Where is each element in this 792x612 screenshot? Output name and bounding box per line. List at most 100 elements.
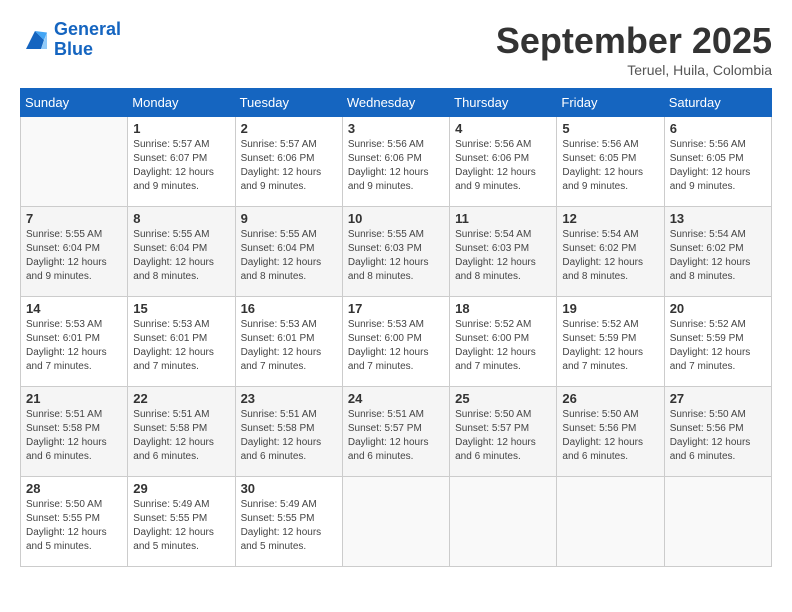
calendar-cell: 8Sunrise: 5:55 AM Sunset: 6:04 PM Daylig… <box>128 207 235 297</box>
day-info: Sunrise: 5:55 AM Sunset: 6:04 PM Dayligh… <box>133 228 229 284</box>
weekday-header-wednesday: Wednesday <box>342 89 449 117</box>
day-number: 14 <box>26 301 122 316</box>
calendar-cell: 14 Sunrise: 5:53 AM Sunset: 6:01 PM Dayli… <box>21 297 128 387</box>
day-number: 2 <box>241 121 337 136</box>
day-info: Sunrise: 5:51 AM Sunset: 5:58 PM Dayligh… <box>26 408 122 464</box>
day-number: 17 <box>348 301 444 316</box>
logo-text: General Blue <box>54 20 121 60</box>
day-info: Sunrise: 5:52 AM Sunset: 5:59 PM Dayligh… <box>670 318 766 374</box>
calendar-cell: 26 Sunrise: 5:50 AM Sunset: 5:56 PM Dayli… <box>557 387 664 477</box>
logo-icon <box>20 25 50 55</box>
day-info: Sunrise: 5:50 AM Sunset: 5:56 PM Dayligh… <box>670 408 766 464</box>
day-number: 28 <box>26 481 122 496</box>
calendar-cell: 10 Sunrise: 5:55 AM Sunset: 6:03 PM Dayli… <box>342 207 449 297</box>
day-info: Sunrise: 5:57 AM Sunset: 6:06 PM Dayligh… <box>241 138 337 194</box>
calendar-cell: 5 Sunrise: 5:56 AM Sunset: 6:05 PM Daylig… <box>557 117 664 207</box>
calendar-cell: 22 Sunrise: 5:51 AM Sunset: 5:58 PM Dayli… <box>128 387 235 477</box>
calendar-cell <box>342 477 449 567</box>
day-info: Sunrise: 5:50 AM Sunset: 5:56 PM Dayligh… <box>562 408 658 464</box>
day-number: 21 <box>26 391 122 406</box>
day-number: 26 <box>562 391 658 406</box>
calendar-cell: 27 Sunrise: 5:50 AM Sunset: 5:56 PM Dayli… <box>664 387 771 477</box>
weekday-header-sunday: Sunday <box>21 89 128 117</box>
calendar-cell: 6Sunrise: 5:56 AM Sunset: 6:05 PM Daylig… <box>664 117 771 207</box>
day-number: 10 <box>348 211 444 226</box>
day-info: Sunrise: 5:51 AM Sunset: 5:57 PM Dayligh… <box>348 408 444 464</box>
day-number: 30 <box>241 481 337 496</box>
calendar-cell: 2 Sunrise: 5:57 AM Sunset: 6:06 PM Daylig… <box>235 117 342 207</box>
day-info: Sunrise: 5:52 AM Sunset: 6:00 PM Dayligh… <box>455 318 551 374</box>
calendar-cell: 29 Sunrise: 5:49 AM Sunset: 5:55 PM Dayli… <box>128 477 235 567</box>
weekday-header-row: SundayMondayTuesdayWednesdayThursdayFrid… <box>21 89 772 117</box>
calendar-cell: 28 Sunrise: 5:50 AM Sunset: 5:55 PM Dayli… <box>21 477 128 567</box>
day-number: 13 <box>670 211 766 226</box>
week-row-4: 21 Sunrise: 5:51 AM Sunset: 5:58 PM Dayli… <box>21 387 772 477</box>
calendar-cell <box>664 477 771 567</box>
week-row-5: 28 Sunrise: 5:50 AM Sunset: 5:55 PM Dayli… <box>21 477 772 567</box>
calendar-cell: 16Sunrise: 5:53 AM Sunset: 6:01 PM Dayli… <box>235 297 342 387</box>
day-number: 4 <box>455 121 551 136</box>
weekday-header-saturday: Saturday <box>664 89 771 117</box>
calendar-cell: 24 Sunrise: 5:51 AM Sunset: 5:57 PM Dayli… <box>342 387 449 477</box>
logo: General Blue <box>20 20 121 60</box>
calendar-cell: 18 Sunrise: 5:52 AM Sunset: 6:00 PM Dayli… <box>450 297 557 387</box>
day-info: Sunrise: 5:49 AM Sunset: 5:55 PM Dayligh… <box>241 498 337 554</box>
weekday-header-friday: Friday <box>557 89 664 117</box>
day-number: 12 <box>562 211 658 226</box>
calendar-cell <box>21 117 128 207</box>
day-info: Sunrise: 5:53 AM Sunset: 6:01 PM Dayligh… <box>133 318 229 374</box>
calendar-cell: 21 Sunrise: 5:51 AM Sunset: 5:58 PM Dayli… <box>21 387 128 477</box>
day-number: 15 <box>133 301 229 316</box>
day-number: 18 <box>455 301 551 316</box>
calendar-cell: 25 Sunrise: 5:50 AM Sunset: 5:57 PM Dayli… <box>450 387 557 477</box>
week-row-2: 7Sunrise: 5:55 AM Sunset: 6:04 PM Daylig… <box>21 207 772 297</box>
day-number: 19 <box>562 301 658 316</box>
calendar-cell: 12Sunrise: 5:54 AM Sunset: 6:02 PM Dayli… <box>557 207 664 297</box>
day-number: 23 <box>241 391 337 406</box>
calendar-cell: 15 Sunrise: 5:53 AM Sunset: 6:01 PM Dayli… <box>128 297 235 387</box>
calendar-cell: 30 Sunrise: 5:49 AM Sunset: 5:55 PM Dayli… <box>235 477 342 567</box>
day-number: 6 <box>670 121 766 136</box>
calendar-cell: 20 Sunrise: 5:52 AM Sunset: 5:59 PM Dayli… <box>664 297 771 387</box>
day-info: Sunrise: 5:51 AM Sunset: 5:58 PM Dayligh… <box>241 408 337 464</box>
page-header: General Blue September 2025 Teruel, Huil… <box>20 20 772 78</box>
week-row-3: 14 Sunrise: 5:53 AM Sunset: 6:01 PM Dayli… <box>21 297 772 387</box>
day-info: Sunrise: 5:49 AM Sunset: 5:55 PM Dayligh… <box>133 498 229 554</box>
day-info: Sunrise: 5:50 AM Sunset: 5:55 PM Dayligh… <box>26 498 122 554</box>
day-info: Sunrise: 5:51 AM Sunset: 5:58 PM Dayligh… <box>133 408 229 464</box>
day-number: 29 <box>133 481 229 496</box>
calendar-cell: 1Sunrise: 5:57 AM Sunset: 6:07 PM Daylig… <box>128 117 235 207</box>
calendar-cell: 11Sunrise: 5:54 AM Sunset: 6:03 PM Dayli… <box>450 207 557 297</box>
day-info: Sunrise: 5:56 AM Sunset: 6:05 PM Dayligh… <box>562 138 658 194</box>
day-info: Sunrise: 5:53 AM Sunset: 6:01 PM Dayligh… <box>241 318 337 374</box>
day-number: 22 <box>133 391 229 406</box>
day-number: 9 <box>241 211 337 226</box>
day-number: 24 <box>348 391 444 406</box>
day-number: 3 <box>348 121 444 136</box>
day-info: Sunrise: 5:55 AM Sunset: 6:03 PM Dayligh… <box>348 228 444 284</box>
day-info: Sunrise: 5:56 AM Sunset: 6:06 PM Dayligh… <box>455 138 551 194</box>
day-info: Sunrise: 5:50 AM Sunset: 5:57 PM Dayligh… <box>455 408 551 464</box>
title-block: September 2025 Teruel, Huila, Colombia <box>496 20 772 78</box>
day-info: Sunrise: 5:55 AM Sunset: 6:04 PM Dayligh… <box>241 228 337 284</box>
day-info: Sunrise: 5:54 AM Sunset: 6:02 PM Dayligh… <box>670 228 766 284</box>
calendar-cell: 17 Sunrise: 5:53 AM Sunset: 6:00 PM Dayli… <box>342 297 449 387</box>
calendar-cell <box>557 477 664 567</box>
day-number: 27 <box>670 391 766 406</box>
day-number: 20 <box>670 301 766 316</box>
calendar-cell: 3Sunrise: 5:56 AM Sunset: 6:06 PM Daylig… <box>342 117 449 207</box>
weekday-header-thursday: Thursday <box>450 89 557 117</box>
calendar-cell: 4 Sunrise: 5:56 AM Sunset: 6:06 PM Daylig… <box>450 117 557 207</box>
day-info: Sunrise: 5:57 AM Sunset: 6:07 PM Dayligh… <box>133 138 229 194</box>
day-info: Sunrise: 5:53 AM Sunset: 6:00 PM Dayligh… <box>348 318 444 374</box>
day-info: Sunrise: 5:53 AM Sunset: 6:01 PM Dayligh… <box>26 318 122 374</box>
day-info: Sunrise: 5:54 AM Sunset: 6:03 PM Dayligh… <box>455 228 551 284</box>
day-number: 5 <box>562 121 658 136</box>
calendar-cell: 7Sunrise: 5:55 AM Sunset: 6:04 PM Daylig… <box>21 207 128 297</box>
day-number: 25 <box>455 391 551 406</box>
calendar-cell: 19Sunrise: 5:52 AM Sunset: 5:59 PM Dayli… <box>557 297 664 387</box>
day-info: Sunrise: 5:55 AM Sunset: 6:04 PM Dayligh… <box>26 228 122 284</box>
month-title: September 2025 <box>496 20 772 62</box>
calendar-cell: 23 Sunrise: 5:51 AM Sunset: 5:58 PM Dayli… <box>235 387 342 477</box>
week-row-1: 1Sunrise: 5:57 AM Sunset: 6:07 PM Daylig… <box>21 117 772 207</box>
